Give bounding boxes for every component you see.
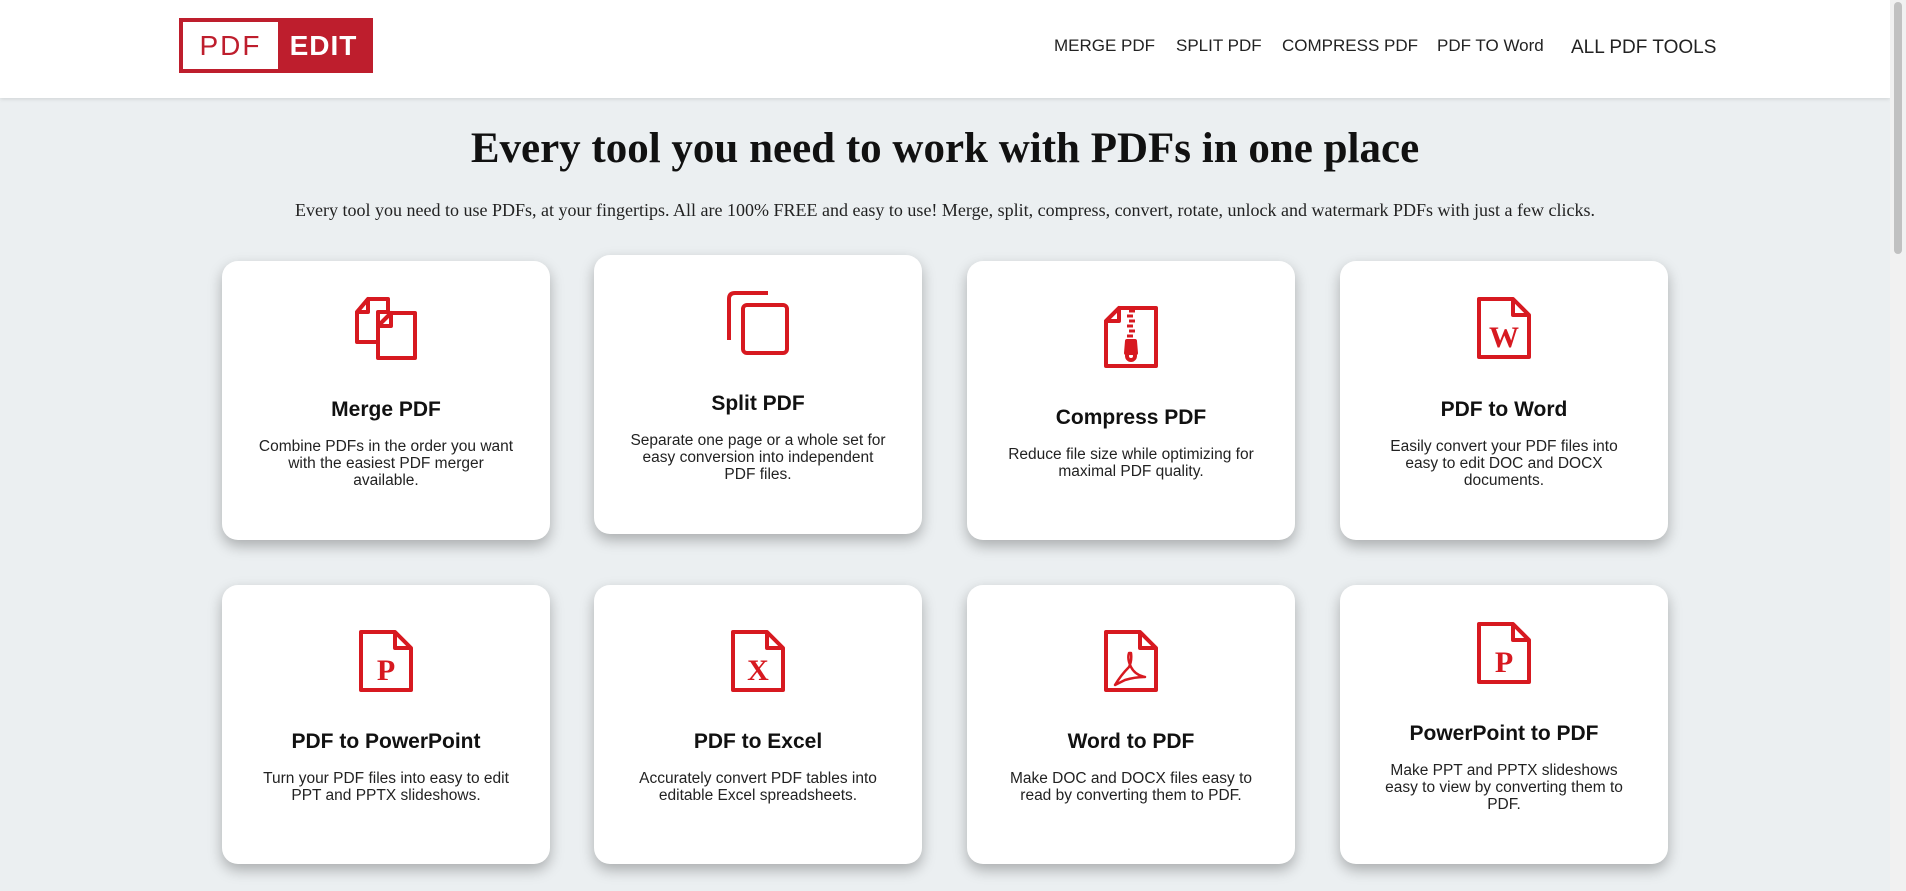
tool-card-powerpoint-to-pdf[interactable]: P PowerPoint to PDF Make PPT and PPTX sl…: [1340, 585, 1668, 864]
tool-card-pdf-to-excel[interactable]: X PDF to Excel Accurately convert PDF ta…: [594, 585, 922, 864]
merge-icon: [222, 296, 550, 362]
tool-card-title: PDF to Word: [1440, 398, 1568, 421]
tool-card-title: PDF to Excel: [693, 730, 823, 753]
tool-card-description: Reduce file size while optimizing for ma…: [1008, 446, 1254, 480]
tool-card-description: Separate one page or a whole set for eas…: [630, 432, 886, 483]
page-subtitle: Every tool you need to use PDFs, at your…: [295, 200, 1595, 220]
tool-card-merge-pdf[interactable]: Merge PDF Combine PDFs in the order you …: [222, 261, 550, 540]
logo-edit-text: EDIT: [289, 29, 358, 61]
tool-card-title: PDF to PowerPoint: [291, 730, 481, 753]
powerpoint-file-icon: P: [222, 629, 550, 693]
svg-text:P: P: [1495, 646, 1513, 679]
logo-pdf-text: PDF: [183, 22, 278, 69]
tool-card-title: Compress PDF: [1055, 406, 1207, 429]
tool-card-pdf-to-word[interactable]: W PDF to Word Easily convert your PDF fi…: [1340, 261, 1668, 540]
tool-card-description: Accurately convert PDF tables into edita…: [639, 770, 877, 804]
nav-compress-pdf[interactable]: COMPRESS PDF: [1282, 36, 1418, 58]
word-file-icon: W: [1340, 296, 1668, 360]
tool-card-title: Merge PDF: [331, 398, 441, 421]
tool-card-split-pdf[interactable]: Split PDF Separate one page or a whole s…: [594, 255, 922, 534]
page-scrollbar[interactable]: [1890, 0, 1906, 891]
excel-file-icon: X: [594, 629, 922, 693]
tool-card-word-to-pdf[interactable]: Word to PDF Make DOC and DOCX files easy…: [967, 585, 1295, 864]
tool-card-title: Word to PDF: [1067, 730, 1195, 753]
powerpoint-file-icon: P: [1340, 621, 1668, 685]
tool-card-pdf-to-powerpoint[interactable]: P PDF to PowerPoint Turn your PDF files …: [222, 585, 550, 864]
split-icon: [594, 290, 922, 356]
compress-icon: [967, 305, 1295, 369]
tool-card-description: Easily convert your PDF files into easy …: [1390, 438, 1618, 489]
logo[interactable]: PDF EDIT: [179, 18, 373, 73]
pdf-file-icon: [967, 629, 1295, 693]
page-title: Every tool you need to work with PDFs in…: [470, 125, 1420, 172]
svg-text:X: X: [747, 654, 769, 687]
tool-card-description: Turn your PDF files into easy to edit PP…: [263, 770, 509, 804]
svg-text:W: W: [1489, 321, 1519, 354]
site-header: PDF EDIT MERGE PDF SPLIT PDF COMPRESS PD…: [0, 0, 1890, 98]
tool-card-description: Make DOC and DOCX files easy to read by …: [1009, 770, 1253, 804]
svg-text:P: P: [377, 654, 395, 687]
tool-card-description: Combine PDFs in the order you want with …: [258, 438, 514, 489]
tool-card-title: PowerPoint to PDF: [1409, 722, 1599, 745]
nav-merge-pdf[interactable]: MERGE PDF: [1054, 36, 1155, 58]
tool-card-title: Split PDF: [711, 392, 805, 415]
scrollbar-thumb[interactable]: [1894, 2, 1902, 254]
tool-card-description: Make PPT and PPTX slideshows easy to vie…: [1385, 762, 1623, 813]
nav-split-pdf[interactable]: SPLIT PDF: [1176, 36, 1262, 58]
nav-pdf-to-word[interactable]: PDF TO Word: [1437, 36, 1544, 58]
nav-all-pdf-tools[interactable]: ALL PDF TOOLS: [1571, 37, 1716, 59]
tool-card-compress-pdf[interactable]: Compress PDF Reduce file size while opti…: [967, 261, 1295, 540]
